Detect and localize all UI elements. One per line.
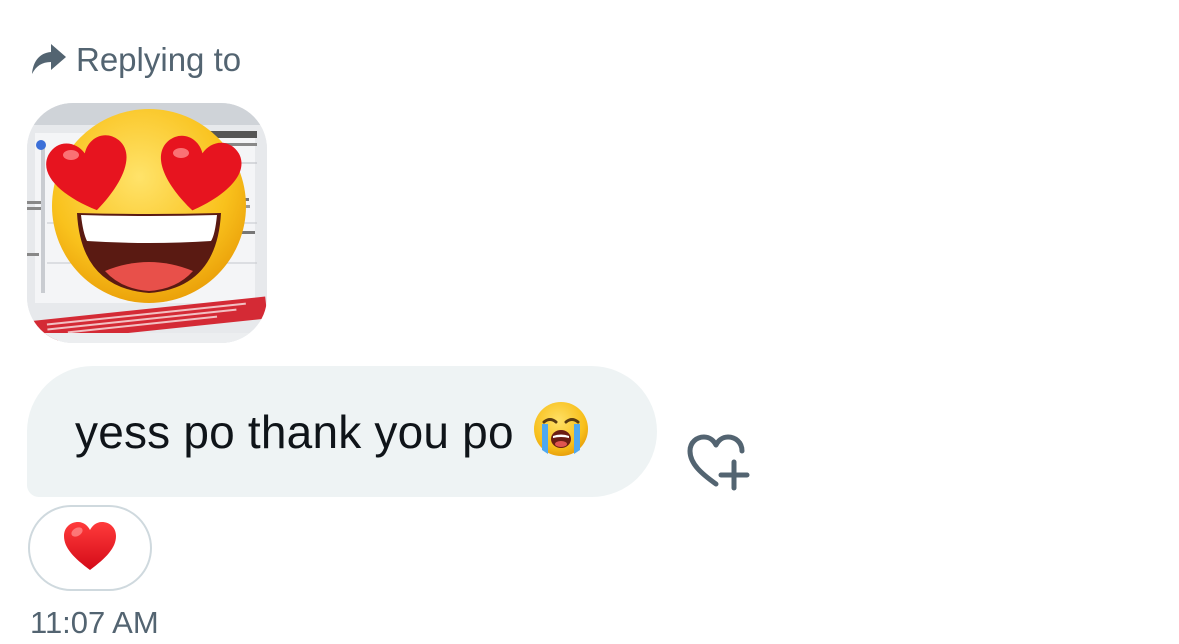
voucher-photo-background [27, 103, 267, 343]
add-reaction-button[interactable] [684, 432, 750, 494]
reply-arrow-icon [30, 42, 68, 78]
message-text: yess po thank you po [75, 405, 514, 458]
loudly-crying-face-icon [532, 400, 590, 463]
red-heart-icon [62, 520, 118, 577]
reaction-heart-pill[interactable] [28, 505, 152, 591]
replying-to-label: Replying to [76, 41, 242, 78]
quoted-message-thumbnail[interactable] [27, 103, 267, 343]
heart-plus-icon [684, 432, 750, 494]
message-bubble[interactable]: yess po thank you po [27, 366, 657, 497]
replying-to-header[interactable]: Replying to [30, 38, 241, 82]
message-timestamp: 11:07 AM [30, 605, 159, 640]
